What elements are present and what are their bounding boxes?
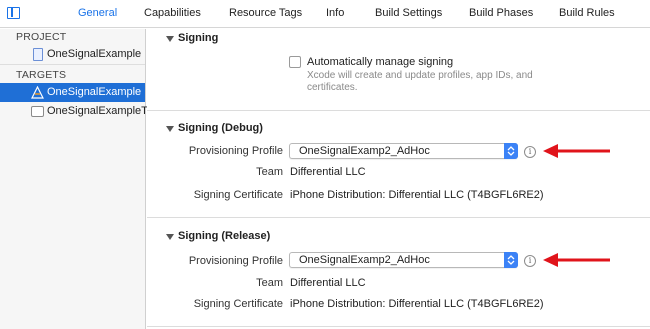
tab-general[interactable]: General [78,7,117,19]
annotation-arrow-icon [543,253,610,267]
tab-bar: General Capabilities Resource Tags Info … [0,0,650,28]
sidebar-item-target-app[interactable]: OneSignalExample [0,83,145,102]
annotation-arrow-icon [543,144,610,158]
sidebar: PROJECT OneSignalExample TARGETS OneSign… [0,29,156,329]
release-provisioning-profile-select[interactable]: OneSignalExamp2_AdHoc [289,252,518,268]
signing-certificate-label: Signing Certificate [193,189,283,201]
auto-manage-signing-label: Automatically manage signing [307,56,454,68]
tab-build-rules[interactable]: Build Rules [559,7,615,19]
section-divider [147,217,650,218]
auto-manage-signing-checkbox[interactable] [289,56,301,68]
provisioning-profile-label: Provisioning Profile [188,255,283,267]
tab-build-settings[interactable]: Build Settings [375,7,442,19]
signing-certificate-label: Signing Certificate [193,298,283,310]
select-stepper-icon [504,252,518,268]
info-icon[interactable]: i [524,255,536,267]
section-title-signing-debug: Signing (Debug) [178,122,263,134]
select-value: OneSignalExamp2_AdHoc [299,254,430,266]
signing-certificate-value: iPhone Distribution: Differential LLC (T… [290,298,544,310]
sidebar-divider [0,64,145,65]
app-target-icon [31,85,44,99]
sidebar-toggle-icon[interactable] [7,7,20,19]
sidebar-item-label: OneSignalExampleT... [47,105,156,117]
project-file-icon [33,48,43,61]
debug-provisioning-profile-select[interactable]: OneSignalExamp2_AdHoc [289,143,518,159]
section-divider [147,326,650,327]
auto-manage-signing-hint: Xcode will create and update profiles, a… [307,70,533,93]
section-divider [147,110,650,111]
disclosure-triangle-icon[interactable] [166,126,174,132]
tab-info[interactable]: Info [326,7,344,19]
disclosure-triangle-icon[interactable] [166,234,174,240]
team-value: Differential LLC [290,277,366,289]
project-section-header: PROJECT [16,31,67,43]
section-title-signing-release: Signing (Release) [178,230,271,242]
team-value: Differential LLC [290,166,366,178]
signing-editor: Signing Automatically manage signing Xco… [147,29,650,329]
disclosure-triangle-icon[interactable] [166,36,174,42]
provisioning-profile-label: Provisioning Profile [188,145,283,157]
signing-certificate-value: iPhone Distribution: Differential LLC (T… [290,189,544,201]
select-value: OneSignalExamp2_AdHoc [299,145,430,157]
sidebar-item-project[interactable]: OneSignalExample [0,45,145,64]
sidebar-item-label: OneSignalExample [47,86,142,98]
tab-capabilities[interactable]: Capabilities [144,7,201,19]
tab-build-phases[interactable]: Build Phases [469,7,533,19]
test-target-icon [31,106,44,117]
team-label: Team [256,166,283,178]
sidebar-item-target-tests[interactable]: OneSignalExampleT... [0,102,156,121]
targets-section-header: TARGETS [16,69,67,81]
sidebar-item-label: OneSignalExample [47,48,142,60]
select-stepper-icon [504,143,518,159]
section-title-signing: Signing [178,32,219,44]
tab-resource-tags[interactable]: Resource Tags [229,7,302,19]
team-label: Team [256,277,283,289]
info-icon[interactable]: i [524,146,536,158]
